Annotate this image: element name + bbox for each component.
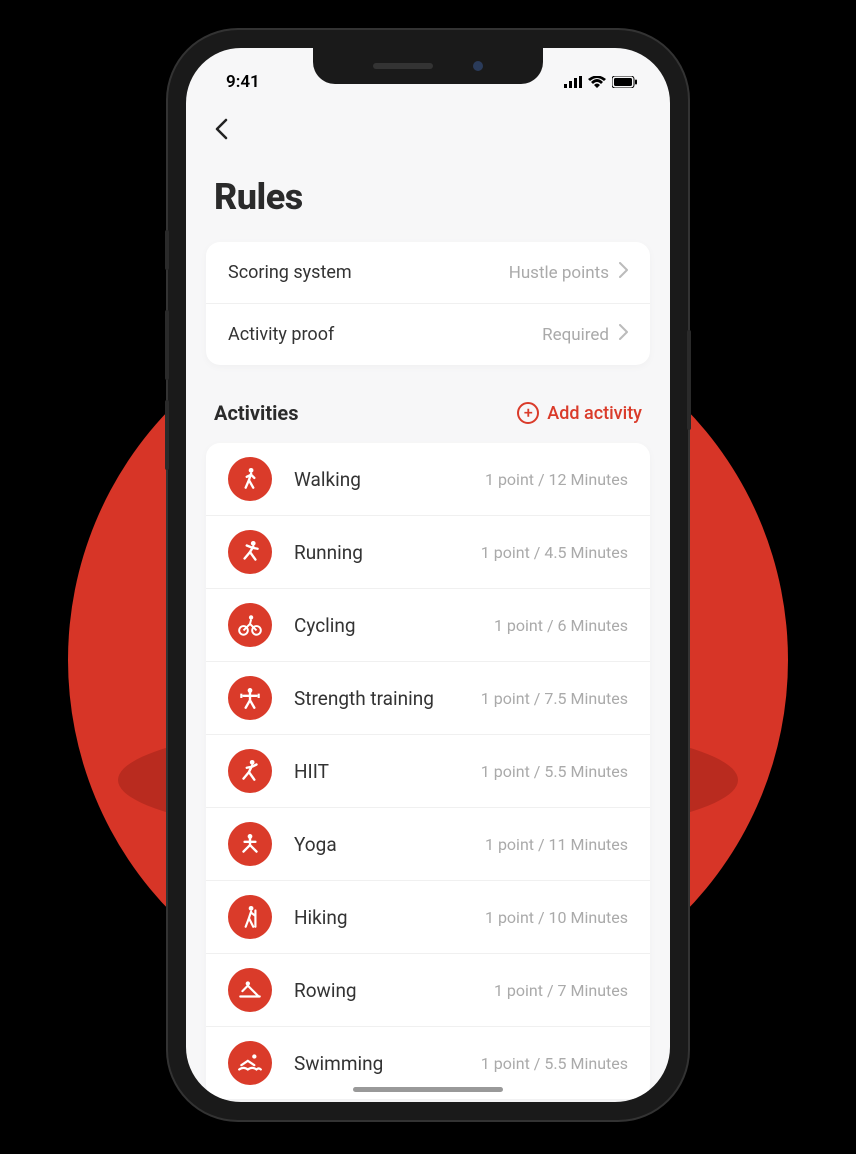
activity-name: Cycling [294, 614, 472, 637]
activity-name: HIIT [294, 760, 459, 783]
activity-name: Swimming [294, 1052, 459, 1075]
yoga-icon [228, 822, 272, 866]
activity-name: Rowing [294, 979, 472, 1002]
settings-row-value: Required [542, 325, 609, 345]
phone-frame: 9:41 Rules Scoring systemHustle [168, 30, 688, 1120]
activities-header: Activities [214, 401, 298, 425]
notch-camera [473, 61, 483, 71]
page-title: Rules [206, 156, 650, 242]
activity-name: Running [294, 541, 459, 564]
activity-row-hiking[interactable]: Hiking 1 point / 10 Minutes [206, 881, 650, 954]
walking-icon [228, 457, 272, 501]
phone-notch [313, 48, 543, 84]
add-activity-label: Add activity [547, 403, 642, 424]
activity-points: 1 point / 7 Minutes [494, 981, 628, 1000]
plus-circle-icon: + [517, 402, 539, 424]
hiit-icon [228, 749, 272, 793]
settings-row-label: Activity proof [228, 324, 334, 345]
settings-row-scoring-system[interactable]: Scoring system Hustle points [206, 242, 650, 304]
activity-points: 1 point / 6 Minutes [494, 616, 628, 635]
chevron-right-icon [619, 324, 628, 345]
settings-row-label: Scoring system [228, 262, 352, 283]
settings-card: Scoring system Hustle points Activity proo… [206, 242, 650, 365]
activity-points: 1 point / 12 Minutes [485, 470, 628, 489]
status-time: 9:41 [226, 72, 260, 92]
activity-row-running[interactable]: Running 1 point / 4.5 Minutes [206, 516, 650, 589]
activity-row-strength[interactable]: Strength training 1 point / 7.5 Minutes [206, 662, 650, 735]
running-icon [228, 530, 272, 574]
rowing-icon [228, 968, 272, 1012]
phone-screen: 9:41 Rules Scoring systemHustle [186, 48, 670, 1102]
wifi-icon [588, 76, 606, 88]
activity-row-cycling[interactable]: Cycling 1 point / 6 Minutes [206, 589, 650, 662]
activity-name: Hiking [294, 906, 463, 929]
activity-points: 1 point / 4.5 Minutes [481, 543, 628, 562]
swimming-icon [228, 1041, 272, 1085]
activities-card: Walking 1 point / 12 Minutes Running 1 poin… [206, 443, 650, 1099]
activity-name: Yoga [294, 833, 463, 856]
cycling-icon [228, 603, 272, 647]
strength-icon [228, 676, 272, 720]
hiking-icon [228, 895, 272, 939]
battery-icon [612, 76, 638, 88]
notch-speaker [373, 63, 433, 69]
add-activity-button[interactable]: + Add activity [517, 402, 642, 424]
phone-volume-down [165, 400, 169, 470]
activity-row-rowing[interactable]: Rowing 1 point / 7 Minutes [206, 954, 650, 1027]
settings-row-activity-proof[interactable]: Activity proof Required [206, 304, 650, 365]
activity-points: 1 point / 5.5 Minutes [481, 1054, 628, 1073]
chevron-right-icon [619, 262, 628, 283]
activity-points: 1 point / 11 Minutes [485, 835, 628, 854]
activity-points: 1 point / 7.5 Minutes [481, 689, 628, 708]
activity-row-hiit[interactable]: HIIT 1 point / 5.5 Minutes [206, 735, 650, 808]
phone-power-button [687, 330, 691, 430]
activity-row-walking[interactable]: Walking 1 point / 12 Minutes [206, 443, 650, 516]
activity-name: Strength training [294, 687, 459, 710]
phone-volume-up [165, 310, 169, 380]
back-button[interactable] [214, 118, 228, 146]
activity-points: 1 point / 5.5 Minutes [481, 762, 628, 781]
activity-name: Walking [294, 468, 463, 491]
cellular-signal-icon [564, 76, 582, 88]
activity-row-yoga[interactable]: Yoga 1 point / 11 Minutes [206, 808, 650, 881]
home-indicator[interactable] [353, 1087, 503, 1092]
phone-side-button [165, 230, 169, 270]
activity-points: 1 point / 10 Minutes [485, 908, 628, 927]
settings-row-value: Hustle points [509, 263, 609, 283]
content-area: Rules Scoring system Hustle points Activit… [186, 98, 670, 1102]
